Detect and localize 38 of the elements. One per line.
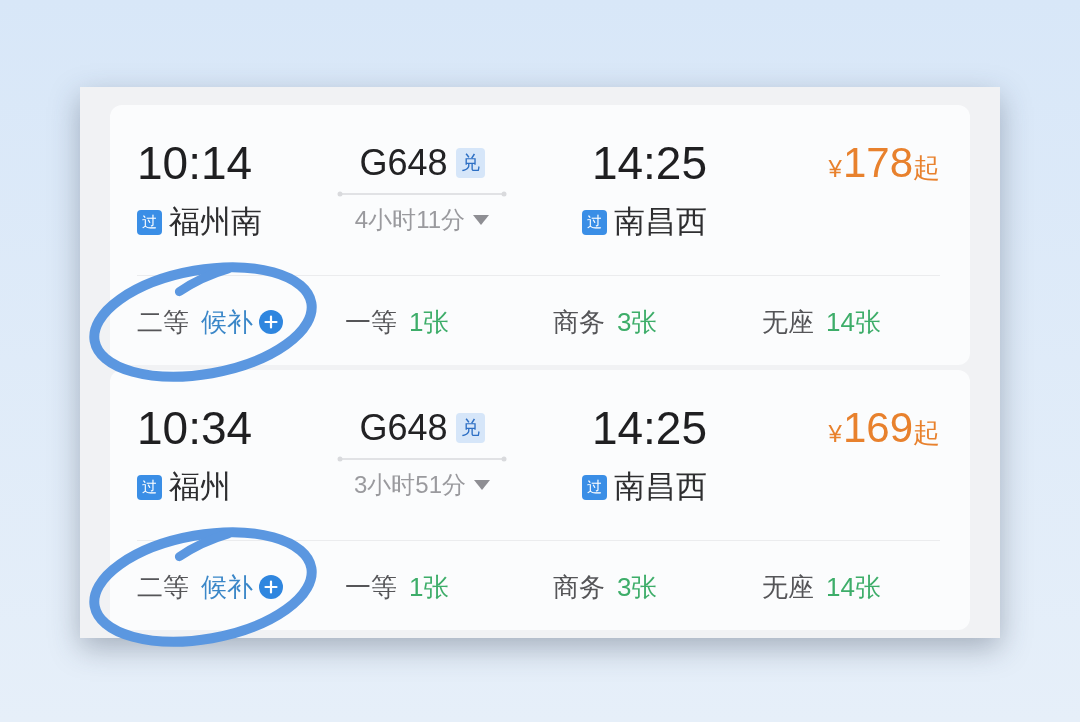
station-name: 福州南: [169, 203, 262, 241]
seat-class: 无座: [762, 307, 814, 337]
seat-class: 一等: [345, 572, 397, 602]
arrival-time: 14:25: [591, 136, 707, 191]
station-tag: 过: [137, 209, 162, 235]
plus-icon[interactable]: [259, 310, 283, 334]
station-tag: 过: [582, 474, 607, 500]
arrival-time: 14:25: [591, 401, 707, 456]
seat-availability: 3张: [617, 307, 658, 337]
station-name: 福州: [169, 468, 231, 506]
seat-availability: 1张: [409, 307, 450, 337]
station-tag: 过: [137, 474, 162, 500]
train-number: G648: [359, 142, 448, 184]
caret-icon: [473, 215, 490, 225]
seat-class: 商务: [553, 572, 605, 602]
seat-class: 二等: [137, 572, 189, 602]
departure-time: 10:34: [137, 401, 253, 456]
station-name: 南昌西: [614, 203, 707, 241]
waitlist-label: 候补: [201, 572, 253, 602]
station-tag: 过: [582, 209, 607, 235]
seat-class: 一等: [345, 307, 397, 337]
train-tag: 兑: [455, 413, 485, 443]
departure-time: 10:14: [137, 136, 253, 191]
seat-availability: 14张: [826, 572, 881, 602]
plus-icon[interactable]: [259, 575, 283, 599]
seat-class: 二等: [137, 307, 189, 337]
seat-availability: 14张: [826, 307, 881, 337]
train-number: G648: [359, 407, 448, 449]
station-name: 南昌西: [614, 468, 707, 506]
seat-availability: 3张: [617, 572, 658, 602]
train-tag: 兑: [455, 148, 485, 178]
waitlist-label: 候补: [201, 307, 253, 337]
caret-icon: [474, 480, 490, 490]
seat-class: 商务: [553, 307, 605, 337]
seat-class: 无座: [762, 572, 814, 602]
seat-availability: 1张: [409, 572, 450, 602]
price-label: ¥178起: [828, 138, 940, 188]
price-label: ¥169起: [828, 403, 940, 453]
